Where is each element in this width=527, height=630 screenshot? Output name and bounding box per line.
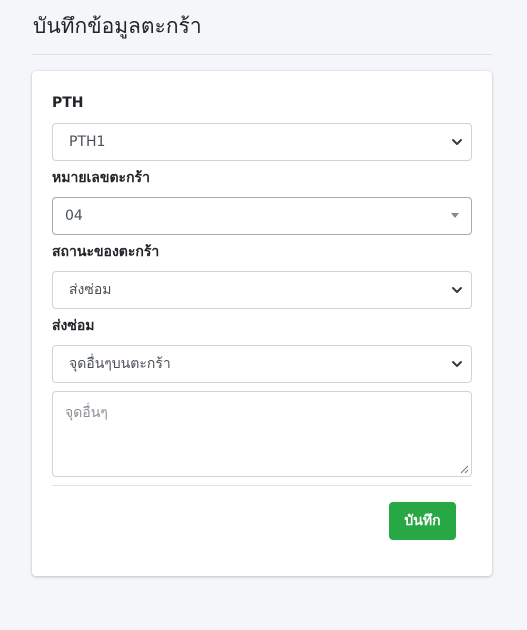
pth-label: PTH <box>52 95 84 111</box>
basket-status-select-value: ส่งซ่อม <box>69 282 112 298</box>
basket-number-select[interactable]: 04 <box>52 197 472 235</box>
basket-status-label: สถานะของตะกร้า <box>52 244 160 260</box>
form-card: PTH PTH1 หมายเลขตะกร้า 04 สถานะของตะกร้า… <box>32 71 492 576</box>
form-divider <box>52 485 472 486</box>
chevron-down-icon <box>452 139 462 145</box>
page-title: บันทึกข้อมูลตะกร้า <box>33 14 202 38</box>
dropdown-caret-icon <box>451 213 459 218</box>
repair-label: ส่งซ่อม <box>52 318 95 334</box>
basket-number-select-value: 04 <box>65 208 83 224</box>
pth-select[interactable]: PTH1 <box>52 123 472 161</box>
basket-number-label: หมายเลขตะกร้า <box>52 170 150 186</box>
save-button[interactable]: บันทึก <box>389 502 456 540</box>
resize-grip-icon[interactable] <box>460 465 469 474</box>
basket-status-select[interactable]: ส่งซ่อม <box>52 271 472 309</box>
pth-select-value: PTH1 <box>69 134 106 150</box>
other-points-placeholder: จุดอื่นๆ <box>65 405 108 421</box>
chevron-down-icon <box>452 287 462 293</box>
chevron-down-icon <box>452 361 462 367</box>
other-points-textarea[interactable]: จุดอื่นๆ <box>52 391 472 477</box>
repair-select[interactable]: จุดอื่นๆบนตะกร้า <box>52 345 472 383</box>
page: บันทึกข้อมูลตะกร้า PTH PTH1 หมายเลขตะกร้… <box>0 0 527 630</box>
title-divider <box>32 54 492 55</box>
repair-select-value: จุดอื่นๆบนตะกร้า <box>69 356 171 372</box>
